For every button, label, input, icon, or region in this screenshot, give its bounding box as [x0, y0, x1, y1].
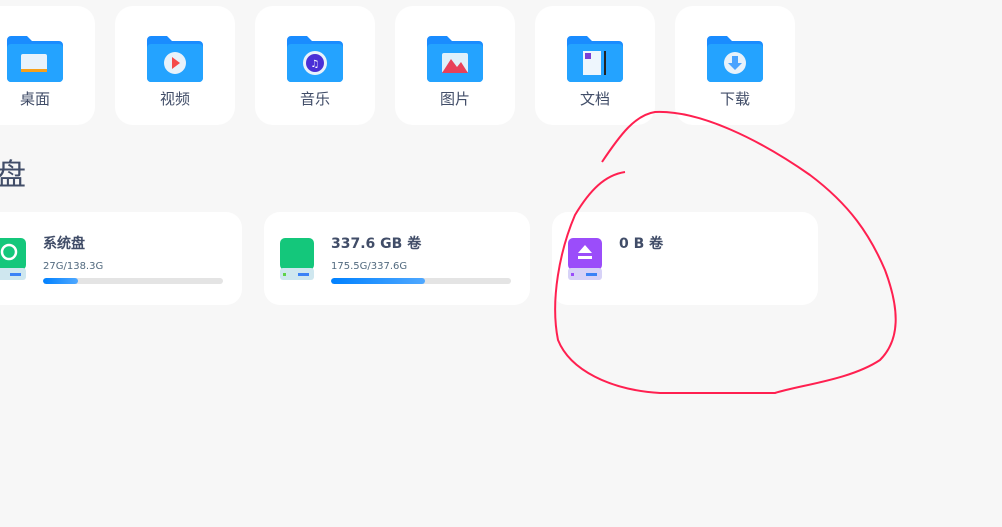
video-folder-icon — [147, 36, 203, 82]
music-folder-icon: ♫ — [287, 36, 343, 82]
disk-drive-icon — [280, 238, 314, 280]
folder-label: 桌面 — [19, 90, 50, 108]
folder-downloads[interactable]: 下载 — [675, 6, 795, 125]
disk-name: 0 B 卷 — [619, 236, 664, 252]
folder-label: 音乐 — [299, 90, 330, 108]
folder-label: 视频 — [159, 90, 190, 108]
disk-usage: 27G/138.3G — [43, 261, 104, 272]
documents-folder-icon — [567, 36, 623, 82]
disk-card-volume[interactable]: 337.6 GB 卷 175.5G/337.6G — [264, 212, 530, 305]
disk-card-system[interactable]: 系统盘 27G/138.3G — [0, 212, 242, 305]
disks-heading: 磁盘 — [0, 158, 27, 193]
folder-videos[interactable]: 视频 — [115, 6, 235, 125]
disk-usage-fill — [331, 278, 425, 284]
system-disk-icon — [0, 238, 26, 280]
disk-usage-bar — [331, 278, 511, 284]
disk-name: 系统盘 — [43, 236, 85, 252]
disk-usage: 175.5G/337.6G — [331, 261, 408, 272]
svg-text:♫: ♫ — [311, 59, 320, 70]
disk-name: 337.6 GB 卷 — [331, 236, 422, 252]
disk-usage-fill — [43, 278, 79, 284]
disk-usage-bar — [43, 278, 223, 284]
desktop-folder-icon — [7, 36, 63, 82]
folder-label: 下载 — [719, 90, 750, 108]
folder-pictures[interactable]: 图片 — [395, 6, 515, 125]
pictures-folder-icon — [427, 36, 483, 82]
folder-music[interactable]: ♫ 音乐 — [255, 6, 375, 125]
folder-label: 图片 — [439, 90, 470, 108]
folder-documents[interactable]: 文档 — [535, 6, 655, 125]
folder-label: 文档 — [579, 90, 610, 108]
folder-desktop[interactable]: 桌面 — [0, 6, 95, 125]
disk-card-removable[interactable]: 0 B 卷 — [552, 212, 818, 305]
downloads-folder-icon — [707, 36, 763, 82]
eject-disk-icon — [568, 238, 602, 280]
